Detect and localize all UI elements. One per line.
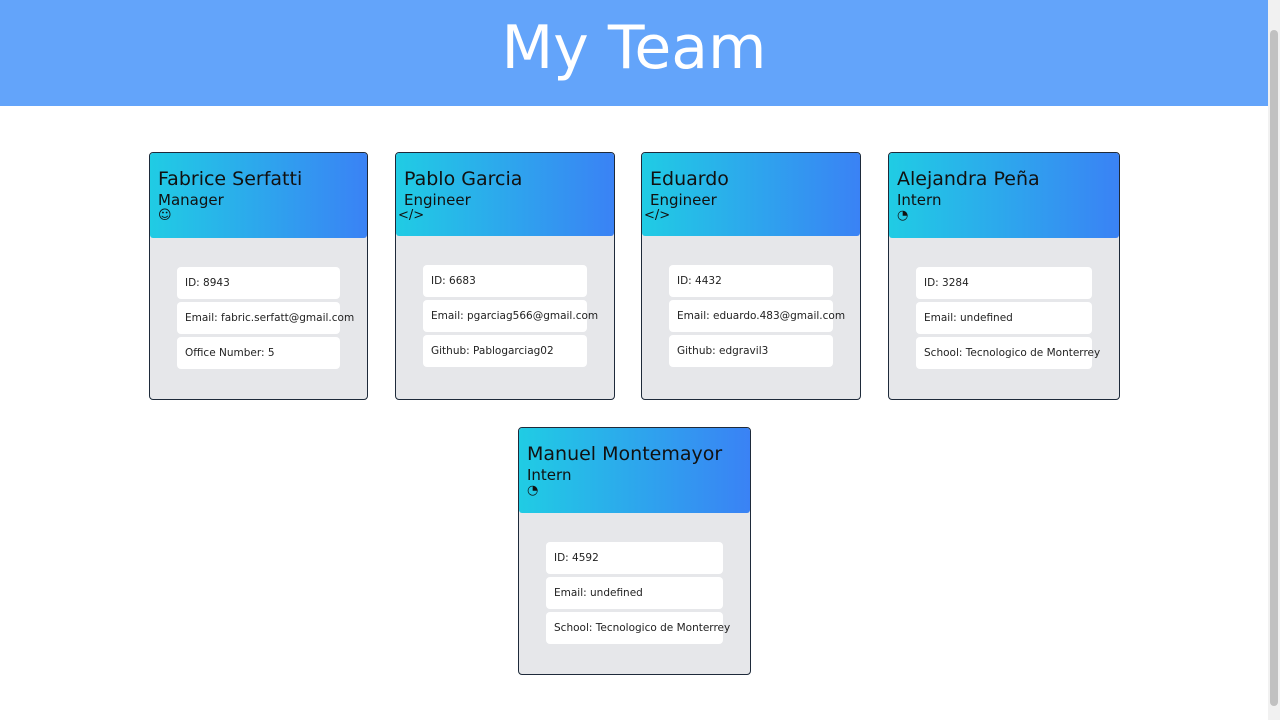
- code-icon: </>: [644, 208, 671, 223]
- employee-school: School: Tecnologico de Monterrey: [546, 612, 730, 644]
- employee-name: Pablo Garcia: [404, 168, 523, 190]
- employee-id: ID: 8943: [177, 267, 340, 299]
- employee-github[interactable]: Github: edgravil3: [669, 335, 833, 367]
- employee-email[interactable]: Email: undefined: [546, 577, 723, 609]
- code-icon: </>: [398, 208, 425, 223]
- employee-card: Pablo Garcia Engineer </> ID: 6683 Email…: [395, 152, 615, 400]
- card-header: Manuel Montemayor Intern ◔: [519, 428, 750, 513]
- student-icon: ◔: [527, 483, 539, 498]
- employee-card: Alejandra Peña Intern ◔ ID: 3284 Email: …: [888, 152, 1120, 400]
- employee-name: Manuel Montemayor: [527, 443, 723, 465]
- card-body: ID: 4592 Email: undefined School: Tecnol…: [519, 513, 750, 644]
- employee-name: Fabrice Serfatti: [158, 168, 303, 190]
- employee-role: Intern: [527, 466, 572, 484]
- employee-office-number: Office Number: 5: [177, 337, 340, 369]
- employee-name: Eduardo: [650, 168, 729, 190]
- employee-email[interactable]: Email: eduardo.483@gmail.com: [669, 300, 845, 332]
- card-body: ID: 8943 Email: fabric.serfatt@gmail.com…: [150, 238, 367, 369]
- card-header: Fabrice Serfatti Manager ☺: [150, 153, 367, 238]
- employee-id: ID: 4432: [669, 265, 833, 297]
- employee-role: Engineer: [650, 191, 717, 209]
- page-header: My Team: [0, 0, 1268, 106]
- card-body: ID: 4432 Email: eduardo.483@gmail.com Gi…: [642, 236, 860, 367]
- card-body: ID: 3284 Email: undefined School: Tecnol…: [889, 238, 1119, 369]
- employee-email[interactable]: Email: undefined: [916, 302, 1092, 334]
- employee-role: Intern: [897, 191, 942, 209]
- employee-id: ID: 4592: [546, 542, 723, 574]
- employee-role: Manager: [158, 191, 224, 209]
- vertical-scrollbar[interactable]: [1268, 0, 1280, 720]
- employee-card: Eduardo Engineer </> ID: 4432 Email: edu…: [641, 152, 861, 400]
- coffee-mug-icon: ☺: [158, 208, 172, 223]
- card-header: Alejandra Peña Intern ◔: [889, 153, 1119, 238]
- card-header: Pablo Garcia Engineer </>: [396, 153, 614, 236]
- page-title: My Team: [501, 13, 767, 83]
- employee-github[interactable]: Github: Pablogarciag02: [423, 335, 587, 367]
- employee-id: ID: 6683: [423, 265, 587, 297]
- card-body: ID: 6683 Email: pgarciag566@gmail.com Gi…: [396, 236, 614, 367]
- employee-email[interactable]: Email: fabric.serfatt@gmail.com: [177, 302, 354, 334]
- employee-card: Fabrice Serfatti Manager ☺ ID: 8943 Emai…: [149, 152, 368, 400]
- card-header: Eduardo Engineer </>: [642, 153, 860, 236]
- employee-id: ID: 3284: [916, 267, 1092, 299]
- page: My Team Fabrice Serfatti Manager ☺ ID: 8…: [0, 0, 1280, 720]
- employee-role: Engineer: [404, 191, 471, 209]
- employee-email[interactable]: Email: pgarciag566@gmail.com: [423, 300, 598, 332]
- employee-card: Manuel Montemayor Intern ◔ ID: 4592 Emai…: [518, 427, 751, 675]
- employee-name: Alejandra Peña: [897, 168, 1040, 190]
- scrollbar-thumb[interactable]: [1270, 30, 1278, 706]
- employee-school: School: Tecnologico de Monterrey: [916, 337, 1100, 369]
- student-icon: ◔: [897, 208, 909, 223]
